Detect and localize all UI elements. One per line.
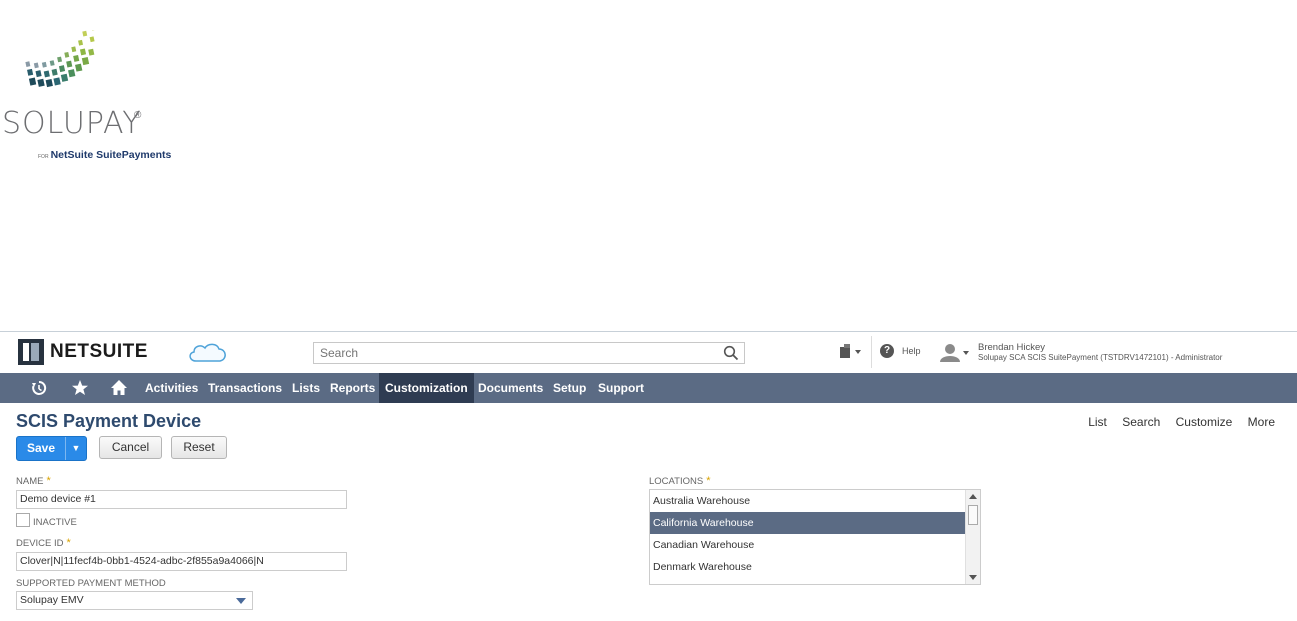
logo-tag-prefix: FOR — [38, 154, 49, 160]
location-option[interactable]: Canadian Warehouse — [650, 534, 969, 556]
solupay-logo: SOLUPAY ® FOR NetSuite SuitePayments — [0, 30, 200, 165]
user-info[interactable]: Brendan Hickey Solupay SCA SCIS SuitePay… — [978, 343, 1222, 363]
device-id-field[interactable]: Clover|N|11fecf4b-0bb1-4524-adbc-2f855a9… — [16, 552, 347, 571]
cancel-button[interactable]: Cancel — [99, 436, 162, 459]
required-mark: * — [46, 475, 51, 487]
scroll-thumb[interactable] — [968, 505, 978, 525]
device-id-label: DEVICE ID * — [16, 537, 71, 549]
user-role: Solupay SCA SCIS SuitePayment (TSTDRV147… — [978, 353, 1223, 362]
recent-icon[interactable] — [30, 379, 48, 397]
solupay-logo-graphic — [25, 30, 96, 88]
name-field[interactable]: Demo device #1 — [16, 490, 347, 509]
location-option[interactable]: Denmark Warehouse — [650, 556, 969, 578]
device-id-label-text: DEVICE ID — [16, 538, 64, 549]
search-link[interactable]: Search — [1122, 415, 1160, 429]
main-nav: Activities Transactions Lists Reports Cu… — [0, 373, 1297, 403]
inactive-checkbox[interactable] — [16, 513, 30, 527]
registered-mark: ® — [134, 110, 142, 121]
locations-label-text: LOCATIONS — [649, 476, 704, 487]
name-label: NAME * — [16, 475, 51, 487]
locations-listbox[interactable]: Australia Warehouse California Warehouse… — [649, 489, 981, 585]
save-button-group: Save ▼ — [16, 436, 87, 461]
top-header: NETSUITE ? Help Brendan Hickey Solupay S… — [0, 331, 1297, 374]
nav-documents[interactable]: Documents — [472, 373, 549, 403]
payment-method-select[interactable]: Solupay EMV — [16, 591, 253, 610]
more-link[interactable]: More — [1248, 415, 1275, 429]
scroll-down-icon[interactable] — [969, 575, 977, 580]
solupay-wordmark: SOLUPAY — [2, 106, 142, 141]
search-input[interactable] — [314, 343, 726, 363]
required-mark: * — [706, 475, 711, 487]
logo-tagline: FOR NetSuite SuitePayments — [38, 149, 171, 161]
help-icon: ? — [880, 344, 894, 358]
nav-support[interactable]: Support — [592, 373, 650, 403]
netsuite-logo-icon — [18, 339, 44, 365]
logo-tag-text: NetSuite SuitePayments — [50, 149, 172, 161]
save-dropdown-button[interactable]: ▼ — [65, 437, 86, 460]
help-label: Help — [902, 346, 921, 356]
chevron-down-icon — [236, 598, 246, 604]
required-mark: * — [66, 537, 71, 549]
search-icon[interactable] — [723, 345, 739, 361]
header-divider — [871, 336, 872, 368]
help-link[interactable]: ? Help — [880, 344, 921, 358]
location-option[interactable]: Australia Warehouse — [650, 490, 969, 512]
locations-label: LOCATIONS * — [649, 475, 710, 487]
cloud-icon — [189, 343, 226, 362]
scroll-up-icon[interactable] — [969, 494, 977, 499]
payment-method-value: Solupay EMV — [20, 594, 84, 606]
netsuite-logo[interactable]: NETSUITE — [18, 339, 148, 365]
star-icon[interactable] — [71, 379, 89, 397]
user-avatar-icon[interactable] — [936, 342, 972, 362]
user-name: Brendan Hickey — [978, 342, 1046, 353]
nav-lists[interactable]: Lists — [286, 373, 326, 403]
customize-link[interactable]: Customize — [1176, 415, 1233, 429]
inactive-label: INACTIVE — [33, 517, 77, 528]
nav-reports[interactable]: Reports — [324, 373, 381, 403]
page-title: SCIS Payment Device — [16, 411, 202, 431]
payment-method-label: SUPPORTED PAYMENT METHOD — [16, 578, 166, 589]
global-search[interactable] — [313, 342, 745, 364]
recent-records-icon[interactable] — [838, 343, 864, 361]
nav-setup[interactable]: Setup — [547, 373, 592, 403]
reset-button[interactable]: Reset — [171, 436, 227, 459]
home-icon[interactable] — [110, 379, 128, 397]
list-link[interactable]: List — [1088, 415, 1107, 429]
app-name: NETSUITE — [50, 341, 148, 362]
nav-activities[interactable]: Activities — [139, 373, 204, 403]
nav-transactions[interactable]: Transactions — [202, 373, 288, 403]
page-actions: List Search Customize More — [1076, 415, 1275, 429]
name-label-text: NAME — [16, 476, 44, 487]
locations-scrollbar[interactable] — [965, 490, 980, 584]
location-option[interactable]: California Warehouse — [650, 512, 969, 534]
save-button[interactable]: Save — [17, 437, 65, 460]
nav-customization[interactable]: Customization — [379, 373, 474, 403]
